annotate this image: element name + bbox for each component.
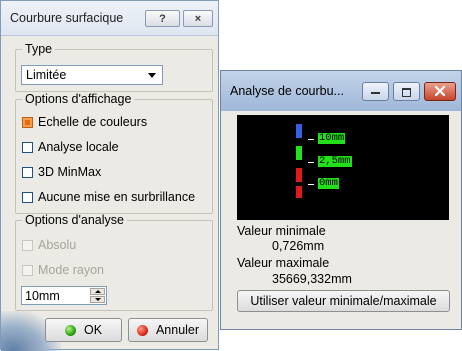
- scale-bar-green: [296, 146, 302, 160]
- checkbox-icon: [22, 191, 33, 203]
- type-selected-value: Limitée: [26, 68, 67, 82]
- color-scale-checkbox[interactable]: Echelle de couleurs: [22, 115, 147, 129]
- scale-tick: [308, 184, 314, 185]
- max-value-label: Valeur maximale: [237, 256, 330, 270]
- max-value: 35669,332mm: [272, 272, 352, 286]
- scale-tick: [308, 139, 314, 140]
- use-minmax-label: Utiliser valeur minimale/maximale: [250, 294, 437, 308]
- min-value: 0,726mm: [272, 239, 325, 253]
- local-analysis-checkbox[interactable]: Analyse locale: [22, 140, 119, 154]
- ok-label: OK: [83, 323, 103, 337]
- scale-bar-red-lower: [296, 186, 302, 198]
- absolute-label: Absolu: [38, 238, 77, 252]
- checkbox-icon: [22, 264, 33, 276]
- spinner-up-icon[interactable]: [90, 288, 105, 295]
- minimize-button[interactable]: [362, 82, 389, 101]
- absolute-checkbox[interactable]: Absolu: [22, 238, 76, 252]
- checkbox-checked-icon: [22, 116, 33, 128]
- color-scale-label: Echelle de couleurs: [38, 115, 148, 129]
- cancel-icon: [136, 324, 148, 336]
- maximize-button[interactable]: [393, 82, 420, 101]
- display-options-legend: Options d'affichage: [25, 92, 132, 106]
- scale-label-max: 10mm: [318, 132, 346, 144]
- cancel-button[interactable]: Annuler: [128, 318, 208, 342]
- scale-tick: [308, 162, 314, 163]
- spinner-down-icon[interactable]: [90, 296, 105, 303]
- checkbox-icon: [22, 141, 33, 153]
- minmax-3d-label: 3D MinMax: [38, 165, 102, 179]
- dialog-titlebar[interactable]: Courbure surfacique ? ×: [1, 1, 218, 36]
- use-minmax-button[interactable]: Utiliser valeur minimale/maximale: [237, 290, 450, 312]
- type-legend: Type: [25, 42, 53, 56]
- analysis-options-legend: Options d'analyse: [25, 213, 124, 227]
- scale-label-mid: 2,5mm: [318, 155, 352, 167]
- min-value-label: Valeur minimale: [237, 224, 326, 238]
- close-button[interactable]: [424, 82, 456, 101]
- dialog-title: Courbure surfacique: [10, 11, 124, 25]
- scale-label-min: 0mm: [318, 177, 339, 189]
- analysis-titlebar[interactable]: Analyse de courbu...: [221, 71, 461, 111]
- checkbox-icon: [22, 239, 33, 251]
- radius-mode-checkbox[interactable]: Mode rayon: [22, 263, 104, 277]
- spinner-buttons: [90, 288, 105, 303]
- ok-icon: [64, 324, 76, 336]
- help-button[interactable]: ?: [145, 10, 180, 27]
- radius-mode-label: Mode rayon: [38, 263, 105, 277]
- checkbox-icon: [22, 166, 33, 178]
- ok-button[interactable]: OK: [45, 318, 122, 342]
- curvature-analysis-dialog: Analyse de courbu... 10mm 2,5mm 0mm Vale…: [220, 70, 462, 330]
- courbure-surfacique-dialog: Courbure surfacique ? × Type Limitée Opt…: [0, 0, 219, 351]
- no-highlight-checkbox[interactable]: Aucune mise en surbrillance: [22, 190, 195, 204]
- type-dropdown[interactable]: Limitée: [21, 65, 163, 85]
- close-button[interactable]: ×: [183, 10, 213, 27]
- spinner-value: 10mm: [25, 289, 60, 303]
- cancel-label: Annuler: [155, 323, 200, 337]
- scale-bar-blue: [296, 124, 302, 138]
- local-analysis-label: Analyse locale: [38, 140, 119, 154]
- minmax-3d-checkbox[interactable]: 3D MinMax: [22, 165, 101, 179]
- close-icon: [434, 85, 446, 97]
- help-icon: ?: [159, 12, 166, 25]
- analysis-title: Analyse de courbu...: [230, 84, 344, 98]
- value-spinner[interactable]: 10mm: [21, 286, 107, 305]
- scale-bar-red: [296, 168, 302, 182]
- no-highlight-label: Aucune mise en surbrillance: [38, 190, 196, 204]
- chevron-down-icon: [148, 73, 156, 78]
- close-icon: ×: [194, 12, 202, 25]
- color-scale-panel: 10mm 2,5mm 0mm: [237, 115, 449, 220]
